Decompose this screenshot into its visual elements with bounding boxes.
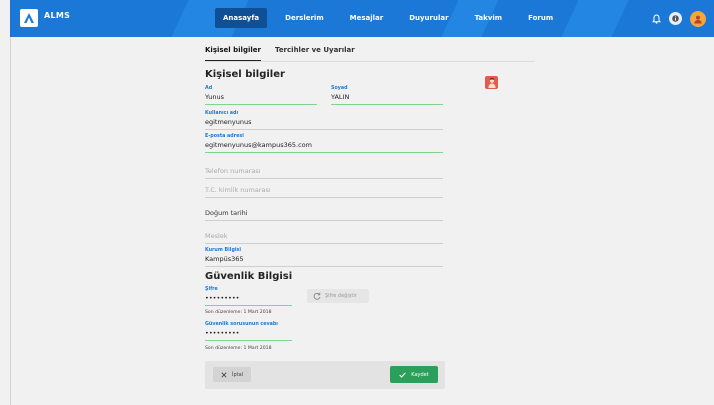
password-label: Şifre: [205, 287, 218, 292]
institution-value: Kampüs365: [205, 255, 244, 263]
profile-content: Kişisel bilgiler Tercihler ve Uyarılar: [205, 42, 535, 62]
save-button[interactable]: Kaydet: [390, 366, 438, 383]
nav-takvim[interactable]: Takvim: [467, 8, 511, 28]
header-actions: [651, 9, 706, 28]
nav-mesajlar[interactable]: Mesajlar: [342, 8, 392, 28]
nav-forum[interactable]: Forum: [520, 8, 561, 28]
email-field[interactable]: E-posta adresi egitmenyunus@kampus365.co…: [205, 134, 443, 154]
check-icon: [399, 371, 407, 378]
first-name-value: Yunus: [205, 93, 224, 101]
field-underline: [205, 197, 443, 198]
field-underline: [205, 152, 443, 154]
profile-photo[interactable]: [485, 76, 498, 89]
cancel-label: İptal: [231, 371, 244, 378]
last-name-field[interactable]: Soyad YALIN: [331, 86, 443, 106]
phone-field[interactable]: Telefon numarası: [205, 167, 443, 179]
left-divider: [10, 37, 11, 405]
nav-anasayfa[interactable]: Anasayfa: [215, 8, 268, 28]
close-icon: [221, 371, 227, 378]
tab-preferences[interactable]: Tercihler ve Uyarılar: [275, 42, 355, 61]
phone-placeholder: Telefon numarası: [205, 167, 261, 175]
tab-personal-info[interactable]: Kişisel bilgiler: [205, 42, 261, 61]
profile-tabs: Kişisel bilgiler Tercihler ve Uyarılar: [205, 42, 535, 62]
birth-date-field[interactable]: Doğum tarihi: [205, 209, 443, 221]
password-last-modified: Son düzenleme: 1 Mart 2018: [205, 310, 272, 315]
occupation-field[interactable]: Meslek: [205, 232, 443, 244]
tc-id-placeholder: T.C. kimlik numarası: [205, 186, 271, 194]
field-underline: [205, 104, 317, 106]
top-nav-bar: ALMS Anasayfa Derslerim Mesajlar Duyurul…: [10, 0, 714, 37]
answer-last-modified: Son düzenleme: 1 Mart 2018: [205, 346, 272, 351]
institution-label: Kurum Bilgisi: [205, 248, 242, 253]
field-underline: [205, 178, 443, 179]
password-field[interactable]: Şifre •••••••••: [205, 287, 292, 307]
bell-icon[interactable]: [651, 9, 662, 28]
security-title: Güvenlik Bilgisi: [205, 271, 293, 282]
field-underline: [205, 243, 443, 244]
field-underline: [205, 340, 292, 342]
field-underline: [205, 305, 292, 307]
nav-duyurular[interactable]: Duyurular: [401, 8, 456, 28]
field-underline: [205, 129, 443, 130]
last-name-label: Soyad: [331, 86, 348, 91]
password-value: •••••••••: [205, 294, 240, 302]
username-value: egitmenyunus: [205, 118, 252, 126]
cancel-button[interactable]: İptal: [213, 367, 251, 382]
username-label: Kullanıcı adı: [205, 111, 239, 116]
email-value: egitmenyunus@kampus365.com: [205, 141, 312, 149]
logo-icon[interactable]: [20, 9, 38, 27]
birth-date-placeholder: Doğum tarihi: [205, 209, 248, 217]
nav-derslerim[interactable]: Derslerim: [277, 8, 331, 28]
personal-info-title: Kişisel bilgiler: [205, 69, 285, 80]
save-label: Kaydet: [411, 371, 429, 378]
header-decoration: [561, 0, 629, 37]
institution-field[interactable]: Kurum Bilgisi Kampüs365: [205, 248, 443, 267]
security-answer-label: Güvenlik sorusunun cevabı: [205, 322, 278, 327]
user-avatar[interactable]: [690, 10, 706, 27]
first-name-label: Ad: [205, 86, 213, 91]
brand-name[interactable]: ALMS: [44, 11, 70, 20]
field-underline: [331, 104, 443, 106]
last-name-value: YALIN: [331, 93, 350, 101]
info-icon[interactable]: [669, 12, 682, 25]
field-underline: [205, 266, 443, 267]
main-navigation: Anasayfa Derslerim Mesajlar Duyurular Ta…: [215, 8, 571, 28]
first-name-field[interactable]: Ad Yunus: [205, 86, 317, 106]
security-answer-value: •••••••••: [205, 329, 240, 337]
username-field[interactable]: Kullanıcı adı egitmenyunus: [205, 111, 443, 130]
occupation-placeholder: Meslek: [205, 232, 228, 240]
field-underline: [205, 220, 443, 221]
refresh-icon: [313, 292, 321, 300]
change-password-button[interactable]: Şifre değiştir: [307, 289, 369, 303]
tc-id-field[interactable]: T.C. kimlik numarası: [205, 186, 443, 198]
change-password-label: Şifre değiştir: [325, 293, 357, 299]
security-answer-field[interactable]: Güvenlik sorusunun cevabı •••••••••: [205, 322, 292, 342]
email-label: E-posta adresi: [205, 134, 244, 139]
